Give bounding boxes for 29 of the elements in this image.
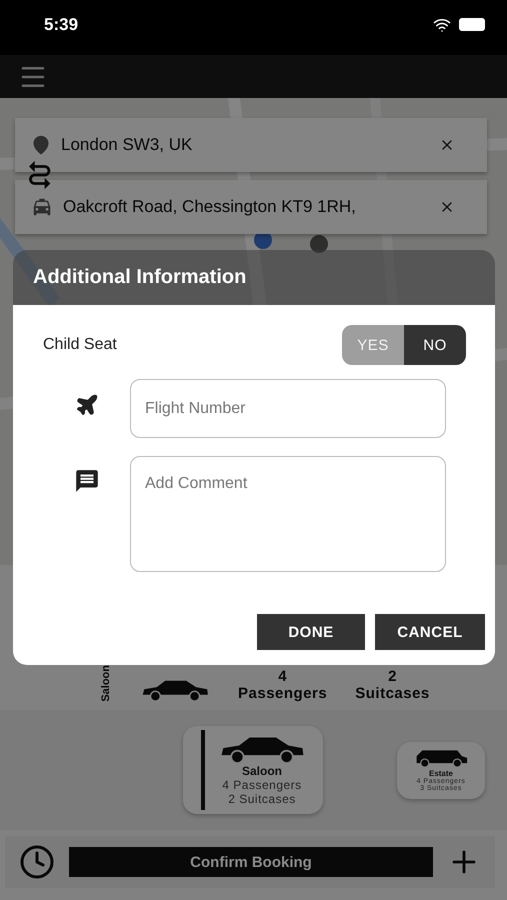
vehicle-card[interactable]: Saloon 4 Passengers 2 Suitcases	[183, 726, 323, 814]
battery-icon	[459, 18, 485, 31]
location-text: London SW3, UK	[61, 135, 194, 155]
comment-icon	[74, 468, 100, 494]
vehicle-name: Estate	[428, 768, 453, 778]
child-seat-label: Child Seat	[43, 336, 117, 354]
status-time: 5:39	[44, 14, 78, 34]
flight-number-field[interactable]: Flight Number	[130, 379, 446, 438]
clock-icon[interactable]	[19, 844, 55, 880]
passenger-label: Passengers	[238, 685, 328, 702]
cancel-button[interactable]: CANCEL	[375, 614, 485, 650]
location-pin-icon	[31, 135, 51, 155]
suitcase-label: Suitcases	[355, 685, 430, 702]
done-button[interactable]: DONE	[257, 614, 365, 650]
vehicle-suitcases: 2 Suitcases	[228, 792, 296, 806]
vehicle-name: Saloon	[242, 764, 282, 778]
dialog-title: Additional Information	[33, 266, 246, 289]
passenger-count: 4	[278, 668, 288, 685]
comment-field[interactable]: Add Comment	[130, 456, 446, 572]
taxi-icon	[31, 196, 53, 218]
vehicle-type-label: Saloon	[100, 665, 112, 702]
airplane-icon	[74, 393, 98, 417]
confirm-booking-button[interactable]: Confirm Booking	[69, 847, 433, 877]
toggle-option[interactable]: NO	[404, 325, 466, 365]
location-card[interactable]: Oakcroft Road, Chessington KT9 1RH,	[15, 180, 487, 234]
location-card[interactable]: London SW3, UK	[15, 118, 487, 172]
location-text: Oakcroft Road, Chessington KT9 1RH,	[63, 197, 357, 217]
suitcase-count: 2	[388, 668, 397, 685]
vehicle-passengers: 4 Passengers	[222, 778, 302, 792]
